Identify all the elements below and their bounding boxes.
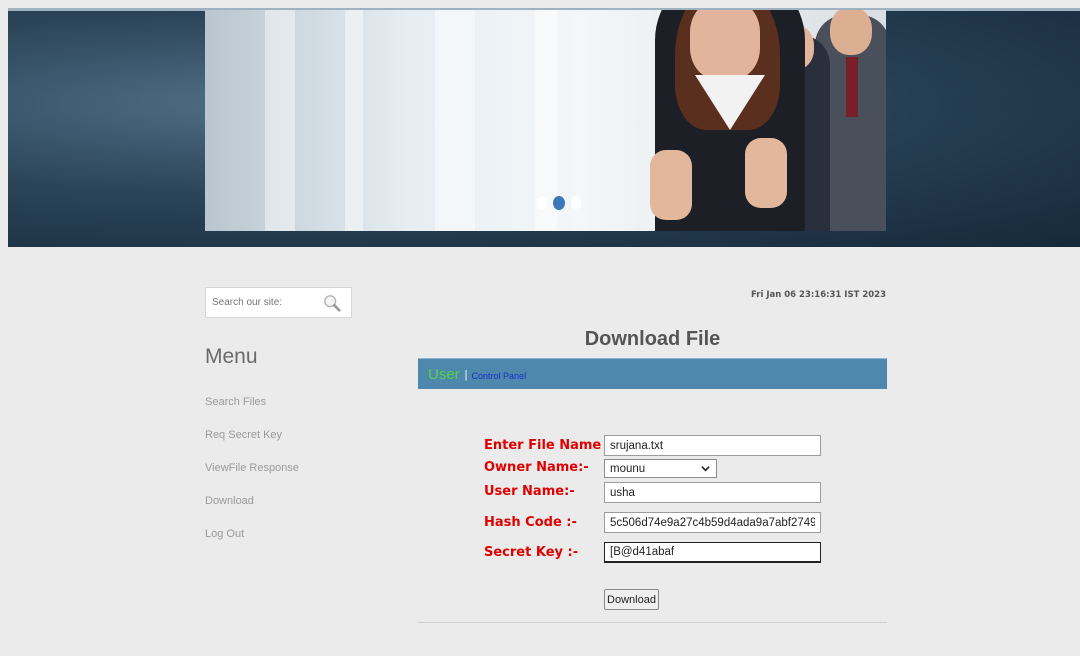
owner-name-select[interactable]: mounu	[604, 459, 717, 478]
user-name-label: User Name:-	[484, 484, 575, 499]
slider-dot-active[interactable]	[553, 196, 565, 210]
chevron-down-icon	[701, 466, 710, 472]
sidebar-menu: Search Files Req Secret Key ViewFile Res…	[205, 396, 299, 561]
site-search	[205, 287, 352, 318]
thumbs-up-icon	[745, 138, 787, 208]
file-name-field[interactable]	[604, 435, 821, 456]
secret-key-field[interactable]	[604, 542, 821, 563]
download-button[interactable]: Download	[604, 589, 659, 610]
hash-code-label: Hash Code :-	[484, 515, 577, 530]
user-name-field[interactable]	[604, 482, 821, 503]
header-banner	[8, 8, 1080, 247]
secret-key-label: Secret Key :-	[484, 545, 579, 560]
control-panel-link[interactable]: Control Panel	[472, 371, 527, 381]
current-datetime: Fri Jan 06 23:16:31 IST 2023	[751, 290, 886, 300]
thumbs-up-icon	[650, 150, 692, 220]
menu-title: Menu	[205, 345, 258, 368]
page-title: Download File	[584, 328, 721, 350]
panel-user-label: User	[428, 365, 460, 383]
menu-item-req-secret-key[interactable]: Req Secret Key	[205, 429, 299, 462]
user-panel-bar: User | Control Panel	[418, 358, 887, 389]
content-divider	[418, 622, 887, 623]
slider-dots	[537, 196, 581, 210]
owner-name-selected: mounu	[610, 462, 646, 475]
search-input[interactable]	[206, 288, 321, 317]
hash-code-field[interactable]	[604, 512, 821, 533]
search-icon[interactable]	[323, 294, 341, 312]
slider-dot[interactable]	[537, 196, 547, 210]
banner-slide-image	[205, 10, 886, 231]
menu-item-search-files[interactable]: Search Files	[205, 396, 299, 429]
panel-separator: |	[464, 369, 468, 381]
owner-name-label: Owner Name:-	[484, 460, 589, 475]
menu-item-download[interactable]: Download	[205, 495, 299, 528]
menu-item-log-out[interactable]: Log Out	[205, 528, 299, 561]
slider-dot[interactable]	[571, 196, 581, 210]
file-name-label: Enter File Name :-	[484, 438, 617, 453]
menu-item-viewfile-response[interactable]: ViewFile Response	[205, 462, 299, 495]
